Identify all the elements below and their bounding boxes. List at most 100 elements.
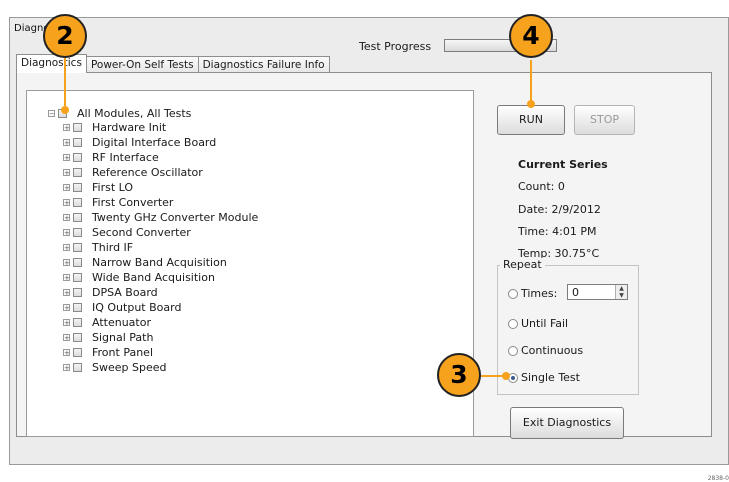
radio-icon[interactable] <box>508 345 518 356</box>
tree-item-checkbox[interactable] <box>73 348 82 357</box>
tree-item[interactable]: + Narrow Band Acquisition <box>63 255 227 270</box>
tree-item-checkbox[interactable] <box>73 318 82 327</box>
exit-diagnostics-button[interactable]: Exit Diagnostics <box>510 407 624 439</box>
times-value[interactable]: 0 <box>572 286 579 299</box>
repeat-group-title: Repeat <box>500 258 545 271</box>
callout-4: 4 <box>509 14 553 58</box>
tree-item-checkbox[interactable] <box>73 303 82 312</box>
callout-3-pointer <box>502 372 510 380</box>
callout-2-leader <box>64 54 66 106</box>
expand-icon[interactable]: + <box>63 364 70 372</box>
tree-item-checkbox[interactable] <box>73 228 82 237</box>
expand-icon[interactable]: + <box>63 319 70 327</box>
tree-item[interactable]: + IQ Output Board <box>63 300 181 315</box>
tree-item[interactable]: + RF Interface <box>63 150 159 165</box>
stop-button[interactable]: STOP <box>574 105 635 135</box>
tree-root-label: All Modules, All Tests <box>77 107 192 120</box>
radio-icon[interactable] <box>508 318 518 329</box>
tree-item-checkbox[interactable] <box>73 183 82 192</box>
radio-continuous-label: Continuous <box>521 344 584 357</box>
tree-item[interactable]: + Hardware Init <box>63 120 166 135</box>
figure-id: 2838-0 <box>707 475 729 482</box>
tree-item[interactable]: + First Converter <box>63 195 173 210</box>
tab-diagnostics-failure-info[interactable]: Diagnostics Failure Info <box>197 56 330 73</box>
tree-item[interactable]: + Digital Interface Board <box>63 135 216 150</box>
expand-icon[interactable]: + <box>63 154 70 162</box>
tree-item[interactable]: + Second Converter <box>63 225 191 240</box>
expand-icon[interactable]: + <box>63 214 70 222</box>
radio-until-fail[interactable]: Until Fail <box>508 317 568 330</box>
tree-item[interactable]: + Attenuator <box>63 315 151 330</box>
expand-icon[interactable]: + <box>63 274 70 282</box>
times-stepper[interactable]: 0 ▲ ▼ <box>567 284 628 300</box>
tab-strip: Diagnostics Power-On Self Tests Diagnost… <box>16 54 330 73</box>
expand-icon[interactable]: + <box>63 199 70 207</box>
callout-2-pointer <box>61 106 69 114</box>
expand-icon[interactable]: + <box>63 124 70 132</box>
expand-icon[interactable]: + <box>63 349 70 357</box>
tree-item-checkbox[interactable] <box>73 288 82 297</box>
radio-single-test[interactable]: Single Test <box>508 371 580 384</box>
run-button[interactable]: RUN <box>497 105 565 135</box>
tree-item-label: DPSA Board <box>92 286 158 299</box>
tree-item-label: Narrow Band Acquisition <box>92 256 227 269</box>
series-date: Date: 2/9/2012 <box>518 203 601 216</box>
expand-icon[interactable]: + <box>63 169 70 177</box>
tree-item-checkbox[interactable] <box>73 273 82 282</box>
radio-icon[interactable] <box>508 288 518 299</box>
tree-item-checkbox[interactable] <box>73 138 82 147</box>
expand-icon[interactable]: + <box>63 289 70 297</box>
expand-icon[interactable]: + <box>63 244 70 252</box>
radio-continuous[interactable]: Continuous <box>508 344 583 357</box>
tree-item-checkbox[interactable] <box>73 168 82 177</box>
tab-power-on-self-tests[interactable]: Power-On Self Tests <box>85 56 199 73</box>
tree-item[interactable]: + Sweep Speed <box>63 360 166 375</box>
tree-item[interactable]: + Reference Oscillator <box>63 165 203 180</box>
radio-single-test-label: Single Test <box>521 371 580 384</box>
tree-item-label: Signal Path <box>92 331 154 344</box>
tree-item-label: Twenty GHz Converter Module <box>92 211 259 224</box>
test-progress-label: Test Progress <box>359 40 432 53</box>
tree-item[interactable]: + First LO <box>63 180 133 195</box>
tree-item-label: Attenuator <box>92 316 151 329</box>
tree-item-label: First Converter <box>92 196 174 209</box>
tree-item-checkbox[interactable] <box>73 243 82 252</box>
collapse-icon[interactable]: − <box>48 110 55 118</box>
tree-item[interactable]: + Twenty GHz Converter Module <box>63 210 258 225</box>
radio-until-fail-label: Until Fail <box>521 317 569 330</box>
tree-item[interactable]: + Wide Band Acquisition <box>63 270 215 285</box>
tree-item-label: Wide Band Acquisition <box>92 271 215 284</box>
tree-item-checkbox[interactable] <box>73 198 82 207</box>
tab-diagnostics[interactable]: Diagnostics <box>16 54 87 73</box>
tree-item-checkbox[interactable] <box>73 363 82 372</box>
expand-icon[interactable]: + <box>63 304 70 312</box>
current-series-title: Current Series <box>518 158 608 171</box>
tree-item-checkbox[interactable] <box>73 333 82 342</box>
tree-item[interactable]: + Signal Path <box>63 330 153 345</box>
stepper-arrows-icon[interactable]: ▲ ▼ <box>615 285 627 299</box>
series-count: Count: 0 <box>518 180 565 193</box>
radio-times[interactable]: Times: <box>508 287 557 300</box>
tree-item-label: IQ Output Board <box>92 301 182 314</box>
tree-item[interactable]: + Front Panel <box>63 345 153 360</box>
tree-item-checkbox[interactable] <box>73 153 82 162</box>
tree-item-label: Second Converter <box>92 226 191 239</box>
callout-4-leader <box>530 60 532 104</box>
tree-item-checkbox[interactable] <box>73 123 82 132</box>
expand-icon[interactable]: + <box>63 334 70 342</box>
callout-2: 2 <box>43 14 87 58</box>
expand-icon[interactable]: + <box>63 184 70 192</box>
tree-item-label: First LO <box>92 181 134 194</box>
tree-item[interactable]: + Third IF <box>63 240 133 255</box>
tree-root[interactable]: − All Modules, All Tests <box>48 106 191 121</box>
tree-item-label: Front Panel <box>92 346 153 359</box>
expand-icon[interactable]: + <box>63 229 70 237</box>
tree-item-label: Digital Interface Board <box>92 136 217 149</box>
series-time: Time: 4:01 PM <box>518 225 597 238</box>
expand-icon[interactable]: + <box>63 139 70 147</box>
tree-item[interactable]: + DPSA Board <box>63 285 158 300</box>
expand-icon[interactable]: + <box>63 259 70 267</box>
tree-item-checkbox[interactable] <box>73 213 82 222</box>
tree-item-label: RF Interface <box>92 151 159 164</box>
tree-item-checkbox[interactable] <box>73 258 82 267</box>
